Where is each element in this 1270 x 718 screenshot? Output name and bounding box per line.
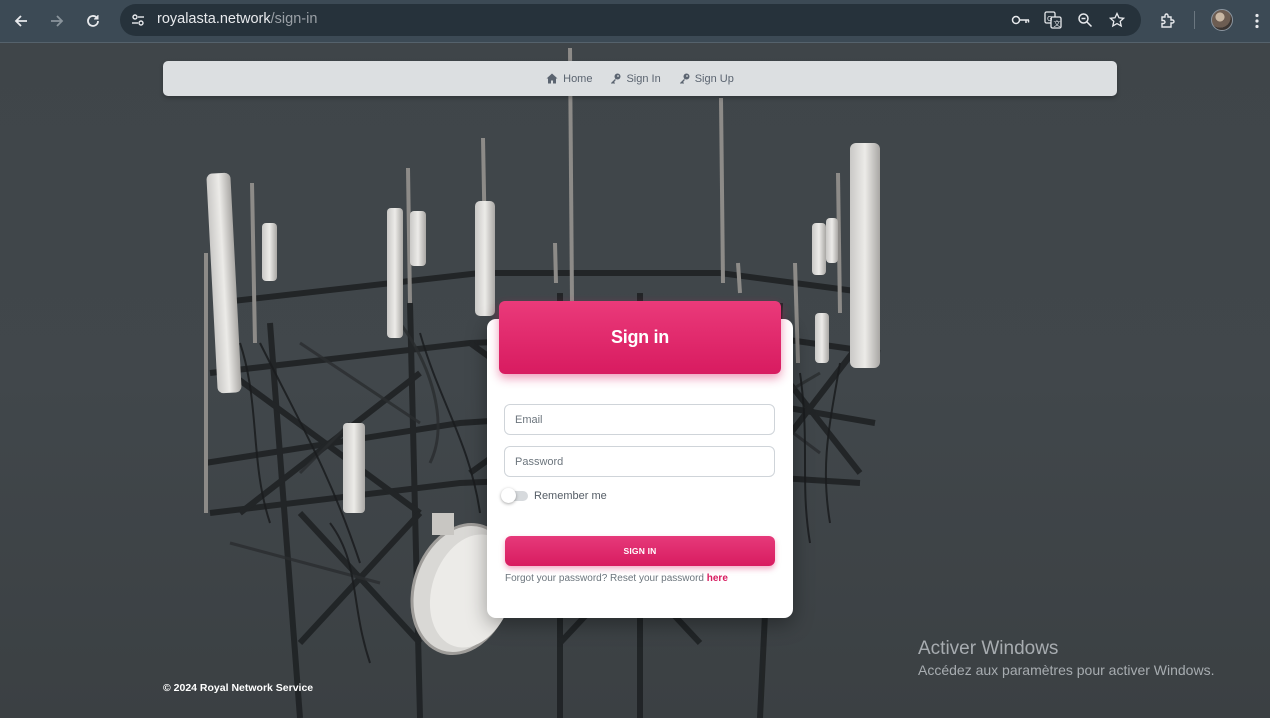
page-background: Home Sign In Sign Up Sign in Remember me… [0, 43, 1270, 718]
browser-toolbar: royalasta.network/sign-in G文 [0, 0, 1270, 43]
nav-sign-up-label: Sign Up [694, 72, 734, 85]
zoom-icon[interactable] [1075, 10, 1095, 30]
windows-activation-subtitle: Accédez aux paramètres pour activer Wind… [918, 662, 1215, 678]
url-text[interactable]: royalasta.network/sign-in [157, 11, 317, 27]
remember-me-row: Remember me [501, 488, 607, 503]
footer-copyright: © 2024 Royal Network Service [163, 682, 314, 694]
key-icon [610, 73, 621, 84]
key-icon [679, 73, 690, 84]
translate-icon[interactable]: G文 [1043, 10, 1063, 30]
sign-in-button[interactable]: SIGN IN [505, 536, 775, 566]
site-settings-icon[interactable] [128, 10, 148, 30]
windows-activation-title: Activer Windows [918, 638, 1059, 659]
reset-password-link[interactable]: here [707, 573, 728, 584]
forward-arrow-icon[interactable] [44, 8, 70, 34]
forgot-password-text: Forgot your password? Reset your passwor… [505, 573, 728, 584]
svg-text:文: 文 [1054, 19, 1061, 28]
email-field[interactable] [504, 404, 775, 435]
url-path: /sign-in [270, 11, 318, 27]
signin-card-header: Sign in [499, 301, 781, 374]
password-field[interactable] [504, 446, 775, 477]
home-icon [546, 73, 558, 84]
nav-sign-in[interactable]: Sign In [610, 72, 661, 85]
toolbar-divider [1194, 11, 1195, 29]
signin-title: Sign in [611, 327, 669, 347]
nav-home[interactable]: Home [546, 73, 592, 85]
nav-sign-in-label: Sign In [626, 72, 661, 85]
password-key-icon[interactable] [1011, 10, 1031, 30]
top-navbar: Home Sign In Sign Up [163, 61, 1117, 96]
menu-dots-icon[interactable] [1244, 8, 1270, 34]
nav-home-label: Home [563, 72, 593, 85]
reload-icon[interactable] [80, 8, 106, 34]
extensions-icon[interactable] [1155, 8, 1181, 34]
bookmark-star-icon[interactable] [1107, 10, 1127, 30]
url-host: royalasta.network [157, 11, 271, 27]
nav-sign-up[interactable]: Sign Up [679, 73, 734, 85]
address-bar[interactable]: royalasta.network/sign-in G文 [120, 4, 1141, 36]
remember-me-toggle[interactable] [501, 488, 528, 503]
profile-avatar[interactable] [1211, 9, 1233, 31]
remember-me-label: Remember me [534, 490, 607, 502]
svg-text:G: G [1047, 15, 1052, 23]
back-arrow-icon[interactable] [8, 8, 34, 34]
forgot-password-prefix: Forgot your password? Reset your passwor… [505, 573, 707, 584]
